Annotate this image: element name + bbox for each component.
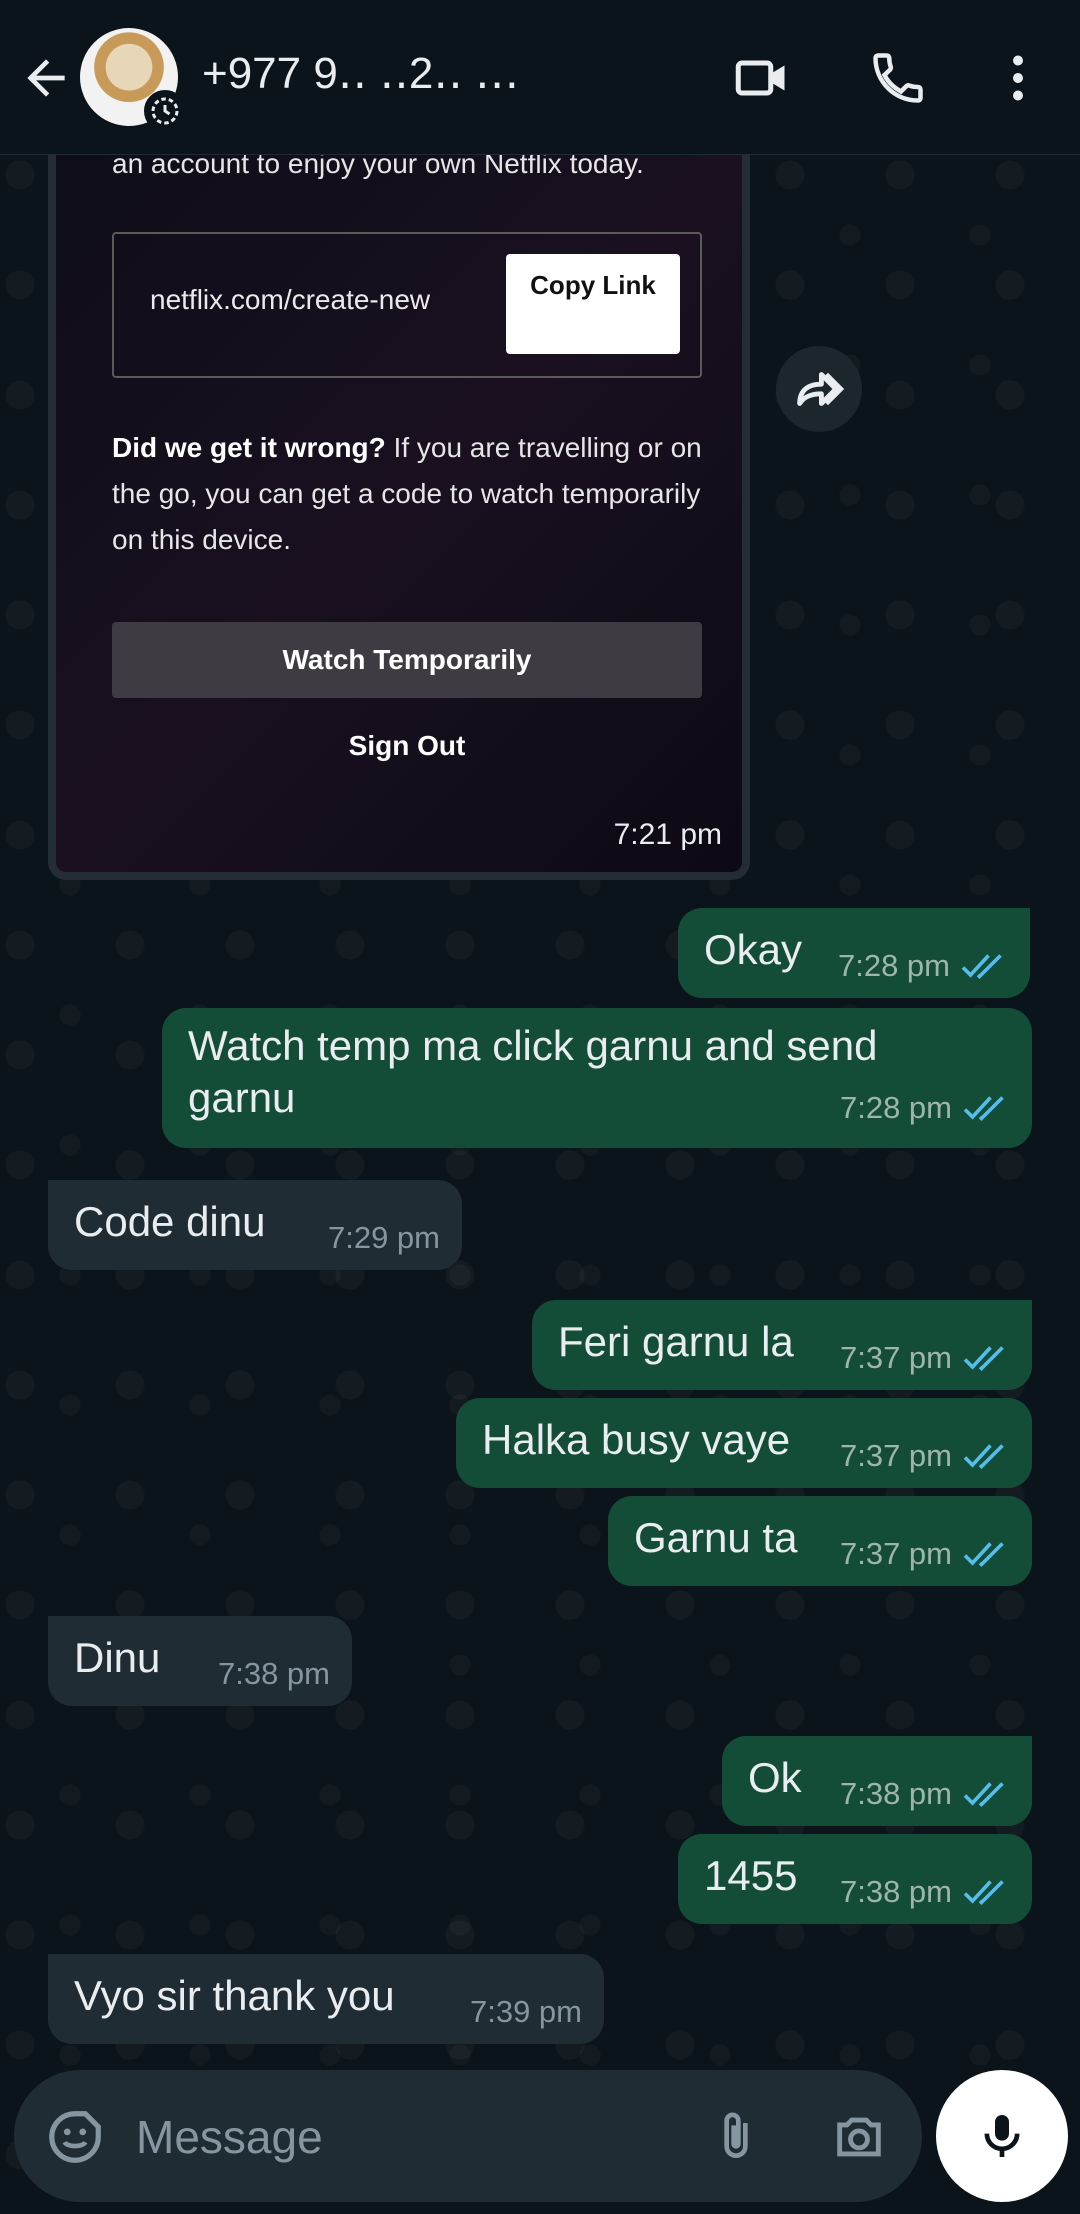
message-text: Halka busy vaye xyxy=(482,1416,791,1463)
message-time: 7:39 pm xyxy=(469,1994,582,2029)
double-check-icon xyxy=(961,954,1002,980)
message-time: 7:37 pm xyxy=(839,1536,952,1571)
sticker-icon[interactable] xyxy=(44,2106,106,2168)
message-bubble[interactable]: 1455 7:38 pm xyxy=(678,1834,1032,1924)
contact-name[interactable]: +977 9․․ ․․2․․ ․․․ xyxy=(202,48,519,99)
forward-icon xyxy=(797,372,845,406)
phone-icon[interactable] xyxy=(868,48,928,108)
message-text: Garnu ta xyxy=(634,1514,798,1561)
double-check-icon xyxy=(963,1346,1004,1372)
message-text: Ok xyxy=(748,1754,802,1801)
message-text: Watch temp ma click garnu and send garnu xyxy=(188,1022,878,1121)
double-check-icon xyxy=(963,1096,1004,1122)
message-text: Vyo sir thank you xyxy=(74,1972,395,2019)
message-bubble[interactable]: Ok 7:38 pm xyxy=(722,1736,1032,1826)
image-message[interactable]: an account to enjoy your own Netflix tod… xyxy=(48,140,750,880)
netflix-link: netflix.com/create-new xyxy=(150,284,431,315)
message-bubble[interactable]: Garnu ta 7:37 pm xyxy=(608,1496,1032,1586)
avatar[interactable] xyxy=(80,28,186,132)
mic-icon xyxy=(984,2115,1020,2157)
message-bubble[interactable]: Code dinu 7:29 pm xyxy=(48,1180,462,1270)
double-check-icon xyxy=(963,1880,1004,1906)
message-bubble[interactable]: Halka busy vaye 7:37 pm xyxy=(456,1398,1032,1488)
double-check-icon xyxy=(963,1444,1004,1470)
watch-temporarily-button: Watch Temporarily xyxy=(112,622,702,698)
message-input[interactable]: Message xyxy=(136,2110,323,2164)
message-input-bar[interactable]: Message xyxy=(14,2070,922,2202)
message-time: 7:38 pm xyxy=(217,1656,330,1691)
mic-button[interactable] xyxy=(936,2070,1068,2202)
message-time: 7:37 pm xyxy=(839,1340,952,1375)
copy-link-button: Copy Link xyxy=(506,254,680,354)
netflix-paragraph: Did we get it wrong? If you are travelli… xyxy=(112,425,712,563)
message-bubble[interactable]: Dinu 7:38 pm xyxy=(48,1616,352,1706)
double-check-icon xyxy=(963,1782,1004,1808)
more-vert-icon[interactable] xyxy=(988,48,1048,108)
message-bubble[interactable]: Vyo sir thank you 7:39 pm xyxy=(48,1954,604,2044)
message-time: 7:29 pm xyxy=(327,1220,440,1255)
camera-icon[interactable] xyxy=(828,2108,890,2166)
attach-icon[interactable] xyxy=(708,2108,764,2166)
forward-button[interactable] xyxy=(776,346,862,432)
message-time: 7:28 pm xyxy=(839,1090,952,1125)
message-text: Feri garnu la xyxy=(558,1318,794,1365)
message-bubble[interactable]: Feri garnu la 7:37 pm xyxy=(532,1300,1032,1390)
message-time: 7:28 pm xyxy=(837,948,950,983)
back-arrow-icon[interactable] xyxy=(18,50,74,106)
message-text: Okay xyxy=(704,926,803,973)
message-bubble[interactable]: Okay 7:28 pm xyxy=(678,908,1030,998)
double-check-icon xyxy=(963,1542,1004,1568)
video-call-icon[interactable] xyxy=(732,48,792,108)
netflix-link-box: netflix.com/create-new Copy Link xyxy=(112,232,702,378)
message-text: Code dinu xyxy=(74,1198,266,1245)
sign-out-link: Sign Out xyxy=(348,730,466,761)
message-time: 7:21 pm xyxy=(613,818,722,851)
message-text: Dinu xyxy=(74,1634,161,1681)
netflix-para-bold: Did we get it wrong? xyxy=(112,432,386,463)
message-bubble[interactable]: Watch temp ma click garnu and send garnu… xyxy=(162,1008,1032,1148)
message-time: 7:38 pm xyxy=(839,1776,952,1811)
message-time: 7:38 pm xyxy=(839,1874,952,1909)
message-time: 7:37 pm xyxy=(839,1438,952,1473)
chat-header: +977 9․․ ․․2․․ ․․․ xyxy=(0,0,1080,155)
disappearing-timer-badge xyxy=(144,90,186,132)
message-text: 1455 xyxy=(704,1852,798,1899)
